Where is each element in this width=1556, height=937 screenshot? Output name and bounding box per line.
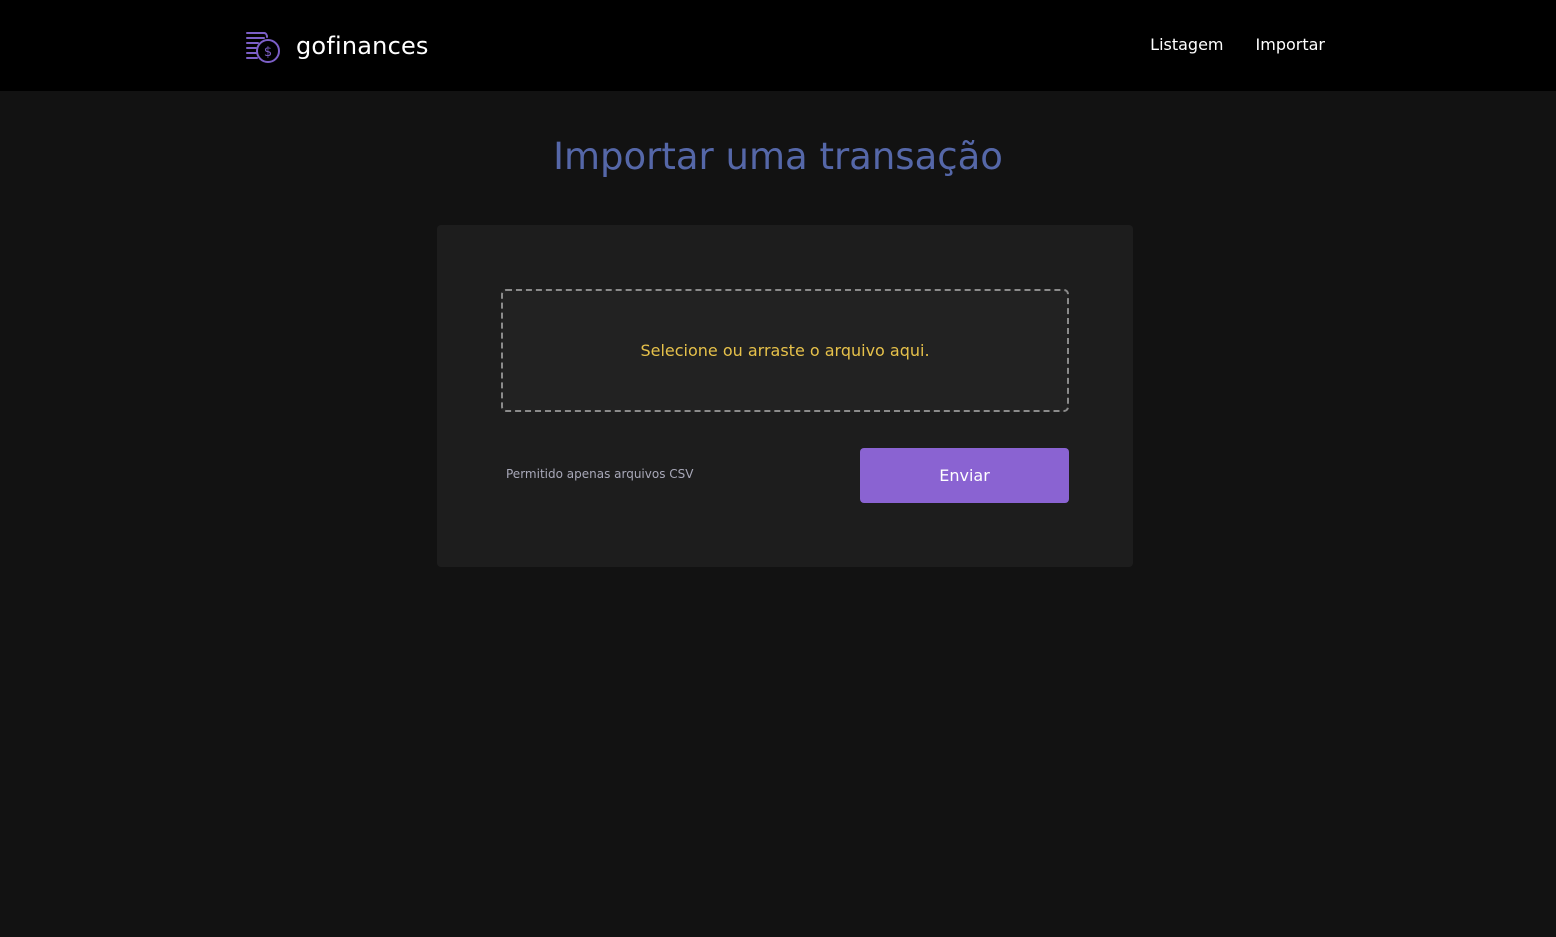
coin-stack-dollar-icon: $ — [246, 32, 280, 63]
brand-name: gofinances — [296, 32, 429, 60]
main-nav: Listagem Importar — [1150, 34, 1325, 56]
nav-link-listagem[interactable]: Listagem — [1150, 34, 1223, 56]
csv-help-text: Permitido apenas arquivos CSV — [506, 467, 694, 481]
nav-link-importar[interactable]: Importar — [1256, 34, 1325, 56]
app-header: $ gofinances Listagem Importar — [0, 0, 1556, 91]
page-title: Importar uma transação — [553, 135, 1003, 178]
brand-logo[interactable]: $ gofinances — [244, 26, 429, 66]
file-dropzone[interactable]: Selecione ou arraste o arquivo aqui. — [501, 289, 1069, 412]
import-card: Selecione ou arraste o arquivo aqui. Per… — [437, 225, 1133, 567]
submit-button[interactable]: Enviar — [860, 448, 1069, 503]
dropzone-label: Selecione ou arraste o arquivo aqui. — [640, 341, 930, 360]
svg-text:$: $ — [264, 45, 272, 60]
